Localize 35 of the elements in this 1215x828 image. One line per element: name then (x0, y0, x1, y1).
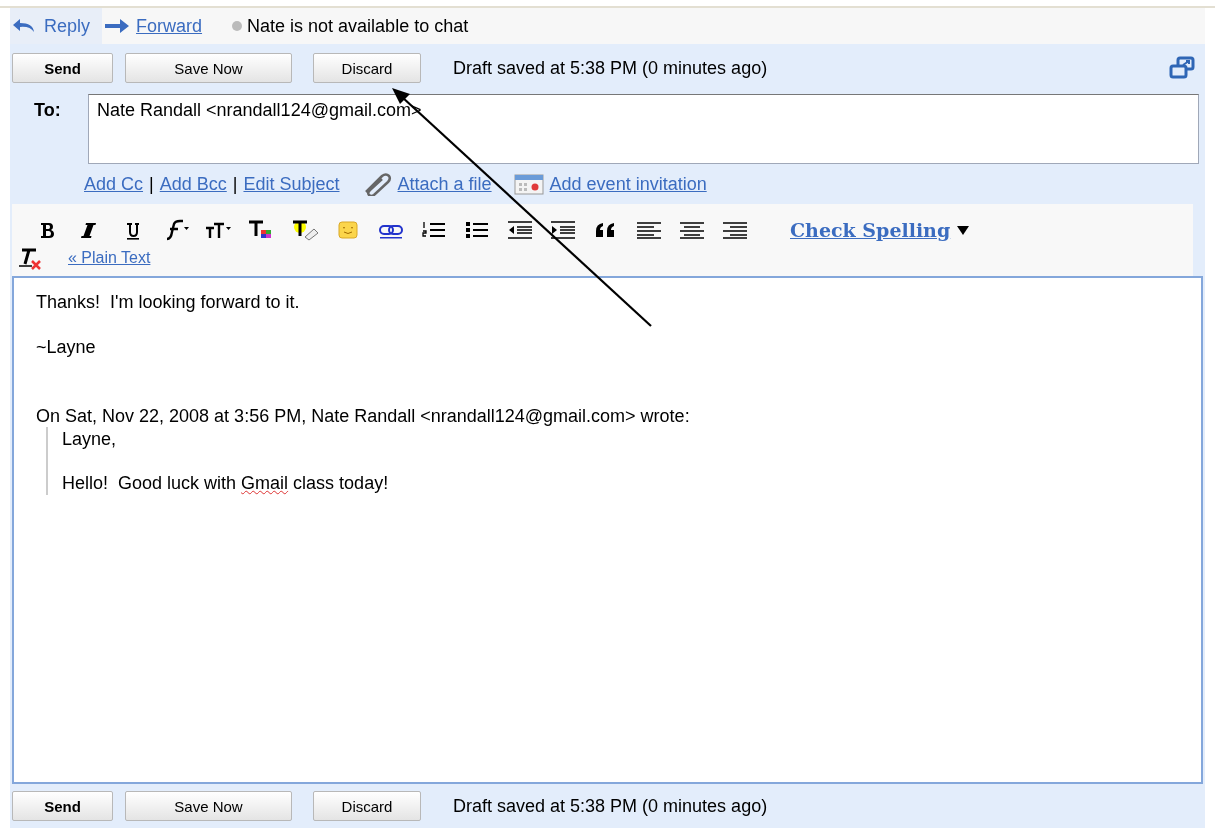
indent-icon[interactable] (548, 218, 578, 242)
separator: | (232, 173, 238, 195)
action-link[interactable]: Forward (102, 8, 215, 44)
draft-status: Draft saved at 5:38 PM (0 minutes ago) (453, 795, 769, 817)
separator: | (149, 173, 154, 195)
body-text: ~Layne (36, 337, 97, 358)
toolbar-button[interactable]: Send (12, 791, 113, 821)
quoted-text: Layne, (62, 428, 118, 451)
toolbar-button[interactable]: Save Now (125, 53, 292, 83)
event-link[interactable]: Add event invitation (549, 173, 707, 195)
right-arrow-icon (104, 18, 131, 34)
attach-link[interactable]: Attach a file (397, 173, 492, 195)
body-text: On Sat, Nov 22, 2008 at 3:56 PM, Nate Randall <nrandall124@gmail.com> wrote: (36, 406, 691, 427)
popout-icon[interactable] (1169, 56, 1195, 80)
toolbar-button[interactable]: Send (12, 53, 113, 83)
chat-status: Nate is not available to chat (247, 15, 469, 37)
quoted-text: Hello! Good luck with Gmail class today! (62, 472, 390, 495)
toolbar-button[interactable]: Discard (313, 53, 421, 83)
status-dot-icon (232, 21, 243, 31)
caret-icon[interactable] (956, 224, 971, 236)
highlight-icon[interactable] (290, 218, 320, 242)
draft-status: Draft saved at 5:38 PM (0 minutes ago) (453, 57, 769, 79)
body-text: Thanks! I'm looking forward to it. (36, 292, 301, 313)
field-link[interactable]: Add Bcc (159, 173, 227, 195)
plain-text-link[interactable]: « Plain Text (68, 249, 151, 267)
toolbar-button[interactable]: Discard (313, 791, 421, 821)
message-body[interactable]: Thanks! I'm looking forward to it. ~Layne On Sat, Nov 22, 2008 at 3:56 PM, Nate Randall <nrandall124@gmail.com> wrote: Layne, Hello! Good luck with Gmail class today! (12, 276, 1203, 784)
action-link[interactable]: Reply (10, 8, 103, 44)
outdent-icon[interactable] (505, 218, 535, 242)
calendar-icon (513, 173, 544, 195)
toolbar-button[interactable]: Save Now (125, 791, 292, 821)
check-spelling-link[interactable]: Check Spelling (790, 219, 951, 241)
field-link[interactable]: Add Cc (84, 173, 144, 195)
field-link[interactable]: Edit Subject (243, 173, 340, 195)
to-label: To: (34, 99, 62, 121)
